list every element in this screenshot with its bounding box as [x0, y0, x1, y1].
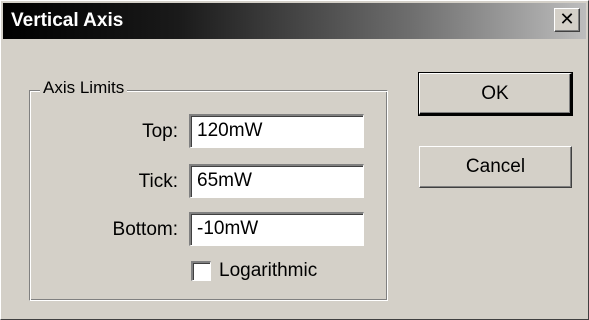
- top-field[interactable]: 120mW: [189, 114, 364, 148]
- vertical-axis-dialog: Vertical Axis ✕ Axis Limits Top: 120mW T…: [0, 0, 589, 320]
- top-label: Top:: [142, 121, 178, 142]
- close-icon: ✕: [559, 9, 575, 30]
- tick-field[interactable]: 65mW: [189, 164, 364, 198]
- window-title: Vertical Axis: [11, 10, 124, 31]
- logarithmic-checkbox[interactable]: [191, 261, 211, 281]
- cancel-button[interactable]: Cancel: [419, 146, 572, 188]
- bottom-field[interactable]: -10mW: [189, 212, 364, 246]
- axis-limits-label: Axis Limits: [40, 78, 128, 98]
- logarithmic-label[interactable]: Logarithmic: [219, 260, 317, 282]
- title-bar[interactable]: Vertical Axis ✕: [3, 3, 586, 39]
- bottom-label: Bottom:: [112, 219, 178, 240]
- tick-label: Tick:: [138, 171, 178, 192]
- close-button[interactable]: ✕: [554, 8, 580, 32]
- ok-button[interactable]: OK: [418, 72, 573, 116]
